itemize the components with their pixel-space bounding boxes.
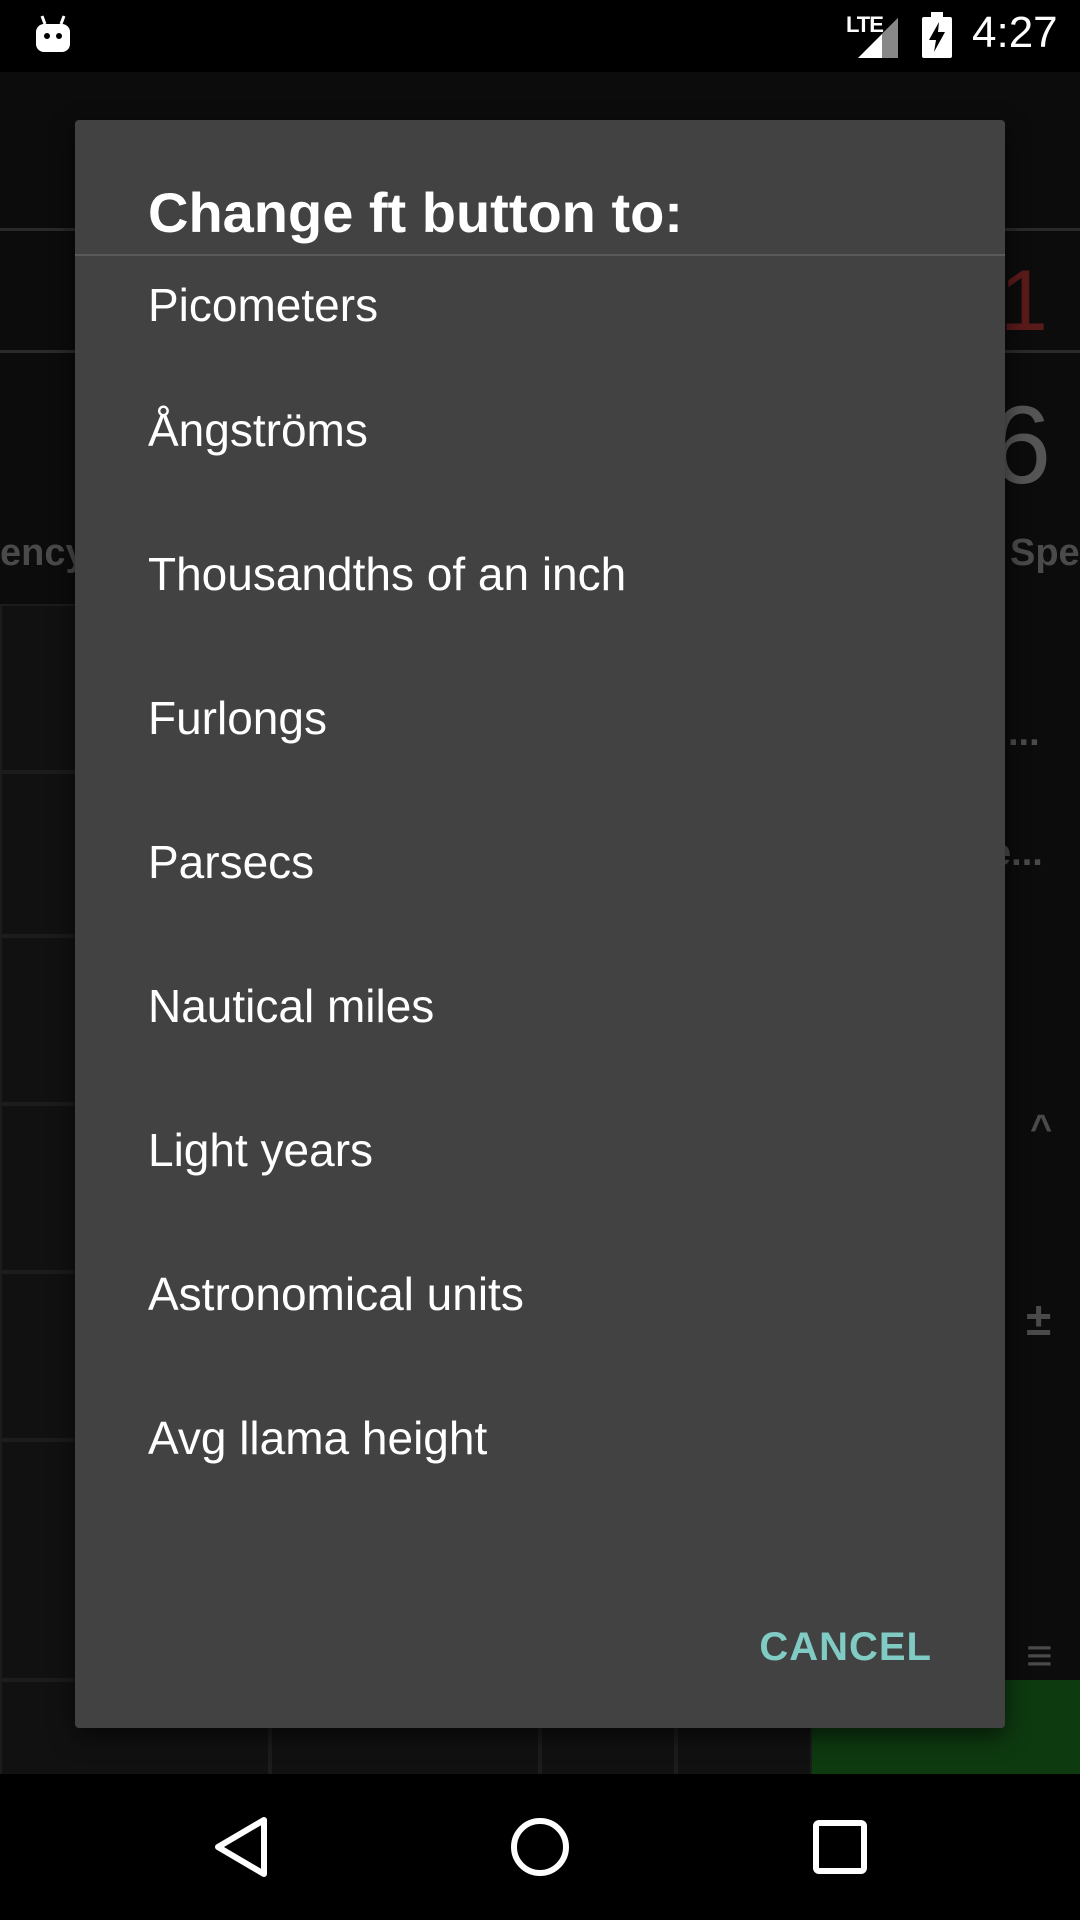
option-light-years[interactable]: Light years <box>75 1078 1005 1222</box>
cancel-button[interactable]: CANCEL <box>759 1625 932 1670</box>
background-key <box>0 1440 78 1680</box>
navigation-bar <box>0 1774 1080 1920</box>
background-key-label: ^ <box>1030 1108 1053 1150</box>
signal-icon <box>858 18 898 58</box>
option-picometers[interactable]: Picometers <box>75 258 1005 358</box>
option-parsecs[interactable]: Parsecs <box>75 790 1005 934</box>
background-key-label: ± <box>1026 1293 1052 1345</box>
background-display-digit: 1 <box>1000 253 1048 349</box>
background-tab-label: Spee <box>1010 532 1080 574</box>
background-key <box>0 772 78 936</box>
background-key <box>0 1272 78 1440</box>
option-angstroms[interactable]: Ångströms <box>75 358 1005 502</box>
recents-icon[interactable] <box>805 1812 875 1882</box>
dialog-title: Change ft button to: <box>148 181 683 244</box>
clock: 4:27 <box>972 8 1058 57</box>
option-furlongs[interactable]: Furlongs <box>75 646 1005 790</box>
option-avg-llama-height[interactable]: Avg llama height <box>75 1366 1005 1510</box>
battery-charging-icon <box>922 12 952 58</box>
title-divider <box>75 254 1005 256</box>
unit-chooser-dialog: Change ft button to: Picometers Ångström… <box>75 120 1005 1728</box>
background-key <box>0 1104 78 1272</box>
background-key-label: ≡ <box>1026 1629 1053 1681</box>
status-bar: LTE 4:27 <box>0 0 1080 72</box>
home-icon[interactable] <box>505 1812 575 1882</box>
background-tab-label: ency <box>0 532 87 574</box>
back-icon[interactable] <box>206 1812 276 1882</box>
android-notification-icon <box>36 15 70 52</box>
background-key-label: ... <box>1008 712 1040 754</box>
background-key <box>0 604 78 772</box>
background-key <box>0 936 78 1104</box>
option-thousandths-of-an-inch[interactable]: Thousandths of an inch <box>75 502 1005 646</box>
options-list: Picometers Ångströms Thousandths of an i… <box>75 258 1005 1510</box>
option-nautical-miles[interactable]: Nautical miles <box>75 934 1005 1078</box>
option-astronomical-units[interactable]: Astronomical units <box>75 1222 1005 1366</box>
